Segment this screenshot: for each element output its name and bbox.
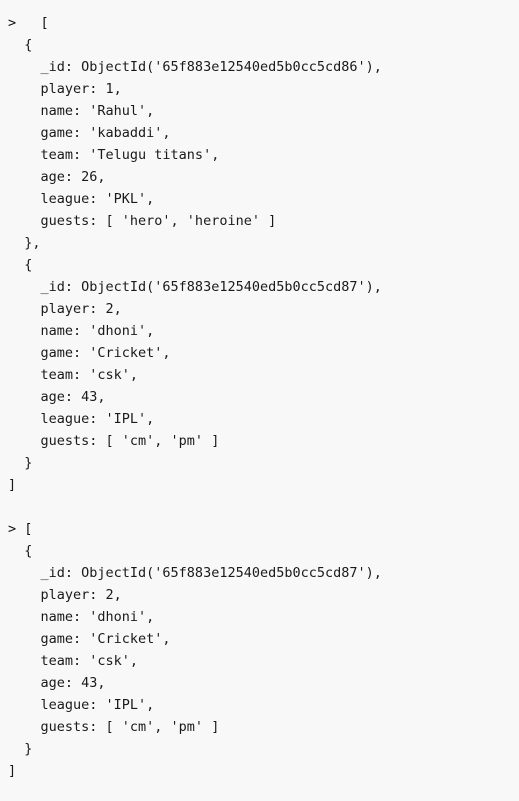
terminal-console[interactable]: > [ { _id: ObjectId('65f883e12540ed5b0cc… [0, 0, 519, 782]
output-line: team: 'csk', [8, 367, 139, 383]
output-line: name: 'dhoni', [8, 323, 155, 339]
output-line: { [8, 257, 33, 273]
prompt-line: > [ [8, 15, 49, 31]
output-line: team: 'Telugu titans', [8, 147, 220, 163]
output-line: } [8, 455, 33, 471]
prompt-line: > [ [8, 521, 33, 537]
output-line: guests: [ 'cm', 'pm' ] [8, 433, 220, 449]
block-separator [0, 496, 519, 518]
output-line: team: 'csk', [8, 653, 139, 669]
output-line: _id: ObjectId('65f883e12540ed5b0cc5cd86'… [8, 59, 382, 75]
output-line: ] [8, 477, 17, 493]
output-line: { [8, 37, 33, 53]
output-line: league: 'IPL', [8, 697, 155, 713]
output-line: player: 2, [8, 587, 122, 603]
output-line: age: 26, [8, 169, 106, 185]
output-line: _id: ObjectId('65f883e12540ed5b0cc5cd87'… [8, 279, 382, 295]
second-query-output: > [ { _id: ObjectId('65f883e12540ed5b0cc… [0, 518, 519, 782]
output-line: age: 43, [8, 389, 106, 405]
output-line: name: 'Rahul', [8, 103, 155, 119]
output-line: game: 'Cricket', [8, 631, 171, 647]
output-line: name: 'dhoni', [8, 609, 155, 625]
output-line: }, [8, 235, 41, 251]
output-line: league: 'PKL', [8, 191, 155, 207]
output-line: player: 1, [8, 81, 122, 97]
output-line: league: 'IPL', [8, 411, 155, 427]
output-line: age: 43, [8, 675, 106, 691]
output-line: _id: ObjectId('65f883e12540ed5b0cc5cd87'… [8, 565, 382, 581]
output-line: { [8, 543, 33, 559]
output-line: guests: [ 'cm', 'pm' ] [8, 719, 220, 735]
output-line: ] [8, 763, 17, 779]
output-line: game: 'Cricket', [8, 345, 171, 361]
output-line: game: 'kabaddi', [8, 125, 171, 141]
output-line: guests: [ 'hero', 'heroine' ] [8, 213, 277, 229]
first-query-output: > [ { _id: ObjectId('65f883e12540ed5b0cc… [0, 12, 519, 496]
output-line: player: 2, [8, 301, 122, 317]
output-line: } [8, 741, 33, 757]
